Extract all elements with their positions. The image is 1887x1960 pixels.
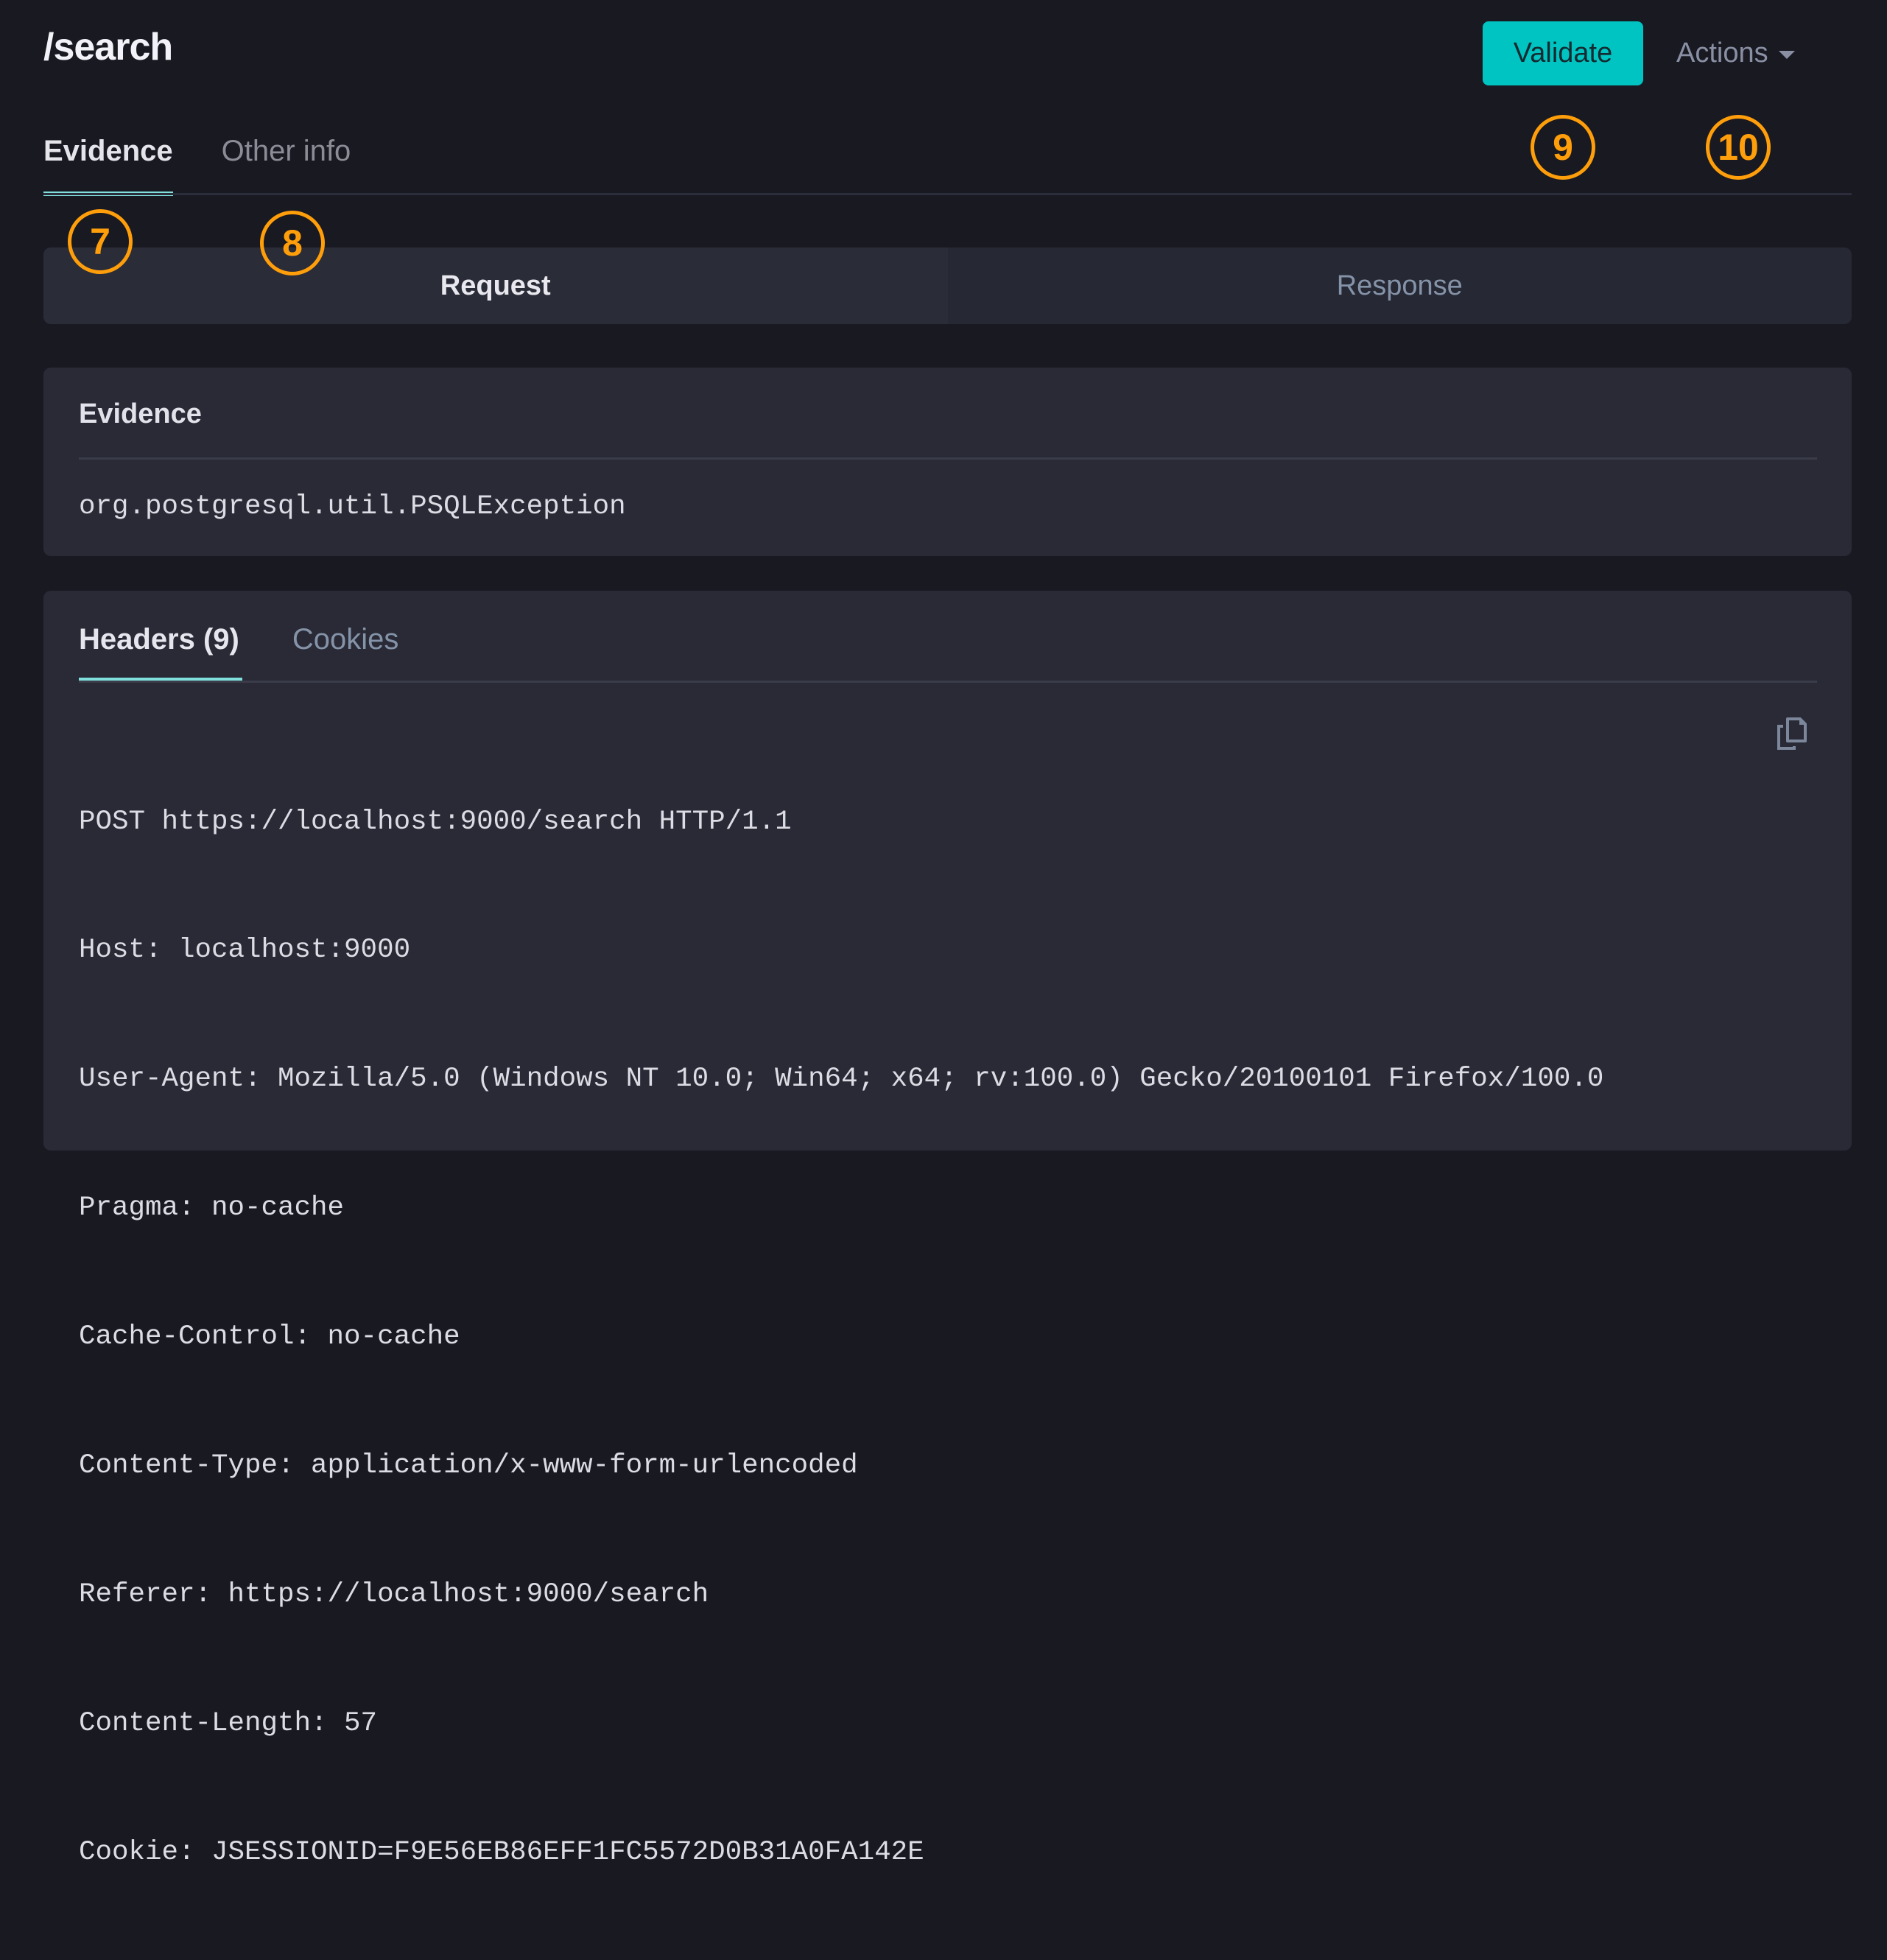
annotation-marker-9: 9 — [1531, 115, 1595, 180]
header-line: Referer: https://localhost:9000/search — [79, 1578, 709, 1610]
tab-cookies[interactable]: Cookies — [292, 616, 399, 682]
actions-dropdown-button[interactable]: Actions — [1666, 21, 1805, 85]
header-line: User-Agent: Mozilla/5.0 (Windows NT 10.0… — [79, 1064, 1604, 1095]
annotation-marker-8: 8 — [260, 211, 325, 275]
header-line: Content-Length: 57 — [79, 1707, 378, 1739]
header-line: Cookie: JSESSIONID=F9E56EB86EFF1FC5572D0… — [79, 1836, 924, 1868]
evidence-heading: Evidence — [79, 398, 202, 429]
main-tabs: Evidence Other info — [43, 125, 351, 196]
tab-other-info[interactable]: Other info — [222, 125, 351, 196]
tabs-divider — [43, 193, 1852, 195]
annotation-marker-7: 7 — [68, 209, 133, 274]
header-line: Content-Type: application/x-www-form-url… — [79, 1450, 858, 1482]
header-line: POST https://localhost:9000/search HTTP/… — [79, 806, 792, 837]
actions-label: Actions — [1676, 38, 1768, 69]
tab-evidence[interactable]: Evidence — [43, 125, 173, 196]
request-headers-text: POST https://localhost:9000/search HTTP/… — [79, 714, 1603, 1960]
copy-icon — [1777, 717, 1807, 750]
caret-down-icon — [1778, 51, 1795, 59]
header-line: Cache-Control: no-cache — [79, 1321, 460, 1353]
sub-tabs-divider — [79, 681, 1817, 683]
evidence-card: Evidence org.postgresql.util.PSQLExcepti… — [43, 368, 1852, 556]
segment-request[interactable]: Request — [43, 247, 948, 324]
page-title: /search — [43, 26, 173, 69]
evidence-divider — [79, 457, 1817, 460]
segment-response[interactable]: Response — [948, 247, 1852, 324]
request-sub-tabs: Headers (9) Cookies — [79, 616, 398, 682]
evidence-value: org.postgresql.util.PSQLException — [79, 491, 626, 522]
validate-button[interactable]: Validate — [1483, 21, 1643, 85]
copy-button[interactable] — [1774, 716, 1814, 756]
header-line: Pragma: no-cache — [79, 1192, 345, 1224]
request-details-card: Headers (9) Cookies POST https://localho… — [43, 591, 1852, 1868]
annotation-marker-10: 10 — [1706, 115, 1771, 180]
tab-headers[interactable]: Headers (9) — [79, 616, 242, 682]
header-line: Host: localhost:9000 — [79, 935, 411, 966]
